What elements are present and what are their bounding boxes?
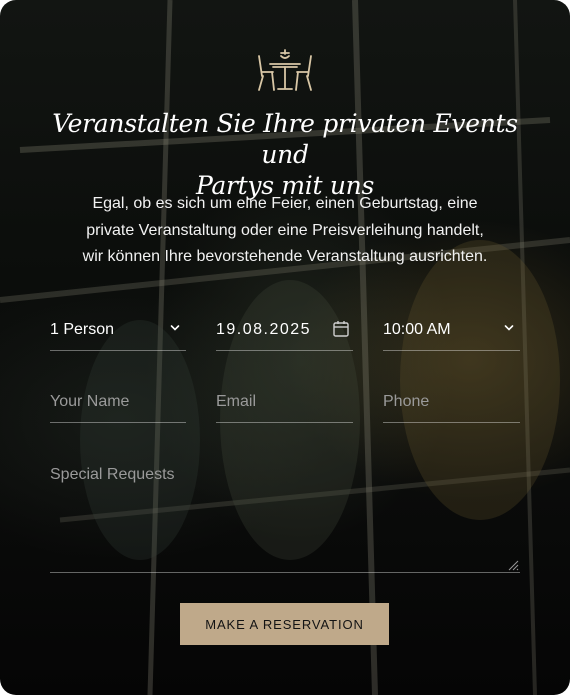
guests-value: 1 Person	[50, 321, 115, 338]
make-reservation-button[interactable]: MAKE A RESERVATION	[180, 603, 389, 645]
name-placeholder: Your Name	[50, 393, 130, 410]
calendar-icon[interactable]	[333, 320, 349, 338]
page-title: Veranstalten Sie Ihre privaten Events un…	[40, 108, 530, 201]
reservation-content: Veranstalten Sie Ihre privaten Events un…	[0, 0, 570, 695]
title-line-1: Veranstalten Sie Ihre privaten Events un…	[52, 109, 518, 169]
resize-handle-icon[interactable]	[507, 559, 519, 571]
reservation-card: Veranstalten Sie Ihre privaten Events un…	[0, 0, 570, 695]
description-line-2: private Veranstaltung oder eine Preisver…	[86, 221, 484, 239]
requests-placeholder: Special Requests	[50, 466, 175, 483]
time-value: 10:00 AM	[383, 321, 451, 338]
time-select[interactable]: 10:00 AM	[383, 310, 520, 351]
description: Egal, ob es sich um eine Feier, einen Ge…	[45, 191, 525, 271]
table-chairs-icon	[255, 48, 315, 92]
guests-select[interactable]: 1 Person	[50, 310, 186, 351]
email-field[interactable]: Email	[216, 382, 353, 423]
description-line-3: wir können Ihre bevorstehende Veranstalt…	[82, 248, 488, 265]
description-line-1: Egal, ob es sich um eine Feier, einen Ge…	[92, 195, 478, 212]
email-placeholder: Email	[216, 393, 257, 410]
phone-field[interactable]: Phone	[383, 382, 520, 423]
name-field[interactable]: Your Name	[50, 382, 186, 423]
date-value: 19.08.2025	[216, 321, 312, 338]
special-requests-textarea[interactable]: Special Requests	[50, 456, 520, 573]
date-input[interactable]: 19.08.2025	[216, 310, 353, 351]
phone-placeholder: Phone	[383, 393, 430, 410]
chevron-down-icon	[504, 325, 514, 331]
chevron-down-icon	[170, 325, 180, 331]
